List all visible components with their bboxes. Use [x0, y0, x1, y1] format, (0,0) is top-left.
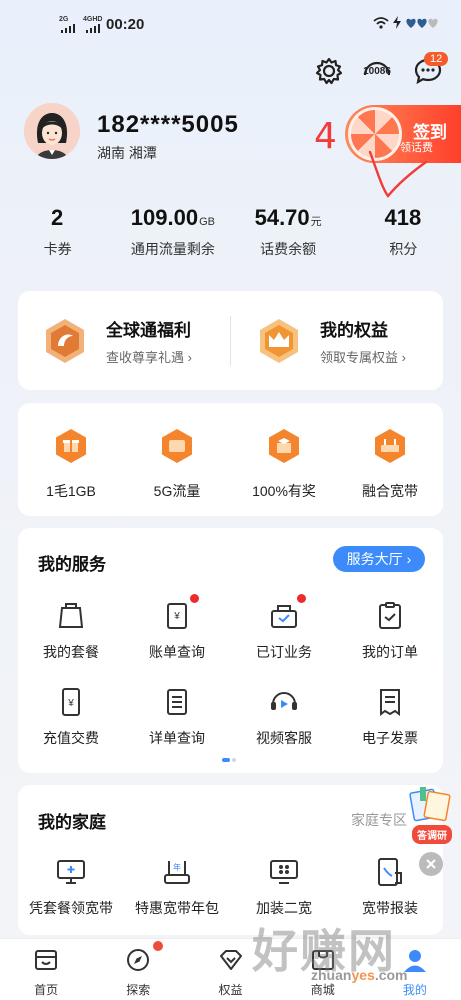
svg-text:年: 年: [173, 862, 181, 872]
watermark-url: zhuanyes.com: [311, 967, 408, 983]
avatar[interactable]: [24, 103, 80, 159]
divider: [230, 316, 231, 366]
tab-home[interactable]: 首页: [0, 939, 92, 1000]
5g-icon: [162, 429, 192, 463]
tab-explore[interactable]: 探索: [92, 939, 184, 1000]
router-year-icon: 年: [164, 861, 190, 884]
invoice-icon: [380, 689, 400, 716]
home-icon: [35, 950, 58, 970]
status-bar: 2G 4GHD 00:20: [0, 0, 461, 46]
compass-icon: [127, 949, 150, 971]
signal-icon-2: [86, 24, 100, 33]
phone-install-icon: [378, 858, 402, 886]
chevron-right-icon: ›: [406, 551, 412, 567]
survey-widget[interactable]: 答调研: [400, 787, 458, 845]
prize-icon: [269, 429, 299, 463]
network-type-2: 4GHD: [83, 16, 103, 23]
clock: 00:20: [106, 16, 145, 33]
annotation-checkmark: [368, 150, 428, 198]
phone-number: 182****5005: [97, 111, 239, 138]
svc-bill[interactable]: ¥ 账单查询: [127, 594, 227, 662]
svc-video-support[interactable]: 视频客服: [234, 686, 334, 748]
svc-subscribed[interactable]: 已订业务: [234, 594, 334, 662]
global-benefits[interactable]: 全球通福利 查收尊享礼遇 ›: [40, 316, 192, 366]
wifi-icon: [373, 16, 389, 29]
network-type-1: 2G: [59, 16, 69, 23]
page-indicator: [222, 758, 236, 762]
my-rights[interactable]: 我的权益 领取专属权益 ›: [254, 316, 406, 366]
survey-label: 答调研: [412, 825, 452, 844]
family-zone-link[interactable]: 家庭专区: [351, 810, 407, 830]
router-icon: [375, 429, 405, 463]
bill-icon: ¥: [167, 603, 187, 629]
services-title: 我的服务: [38, 555, 106, 574]
svc-detail-list[interactable]: 详单查询: [127, 686, 227, 748]
survey-icon: [409, 787, 451, 822]
video-support-icon: [271, 692, 297, 710]
svg-text:¥: ¥: [173, 611, 180, 622]
profile[interactable]: [24, 103, 80, 159]
message-count-badge: 12: [424, 52, 449, 66]
service-hall-button[interactable]: 服务大厅 ›: [333, 546, 425, 572]
promo-5g[interactable]: 5G流量: [127, 428, 227, 501]
family-broadband-bundle[interactable]: 凭套餐领宽带: [21, 856, 121, 918]
promo-1gb[interactable]: 1毛1GB: [21, 428, 121, 501]
svc-package[interactable]: 我的套餐: [21, 600, 121, 662]
global-benefits-icon: [40, 316, 90, 366]
family-second-broadband[interactable]: 加装二宽: [234, 856, 334, 918]
account-stats: 2 卡券 109.00GB 通用流量剩余 54.70元 话费余额 418 积分: [0, 205, 461, 259]
stat-data[interactable]: 109.00GB 通用流量剩余: [115, 205, 230, 259]
svc-recharge[interactable]: ¥ 充值交费: [21, 686, 121, 748]
stat-coupons[interactable]: 2 卡券: [0, 205, 115, 259]
family-broadband-annual[interactable]: 年 特惠宽带年包: [127, 856, 227, 918]
signal-icon-1: [61, 24, 75, 33]
hotline-label: 10086: [363, 66, 391, 77]
recharge-icon: ¥: [62, 688, 80, 716]
battery-icon: [406, 18, 438, 28]
stat-balance[interactable]: 54.70元 话费余额: [231, 205, 346, 259]
svc-order[interactable]: 我的订单: [340, 600, 440, 662]
svc-invoice[interactable]: 电子发票: [340, 686, 440, 748]
tv-icon: [270, 860, 298, 884]
promo-prize[interactable]: 100%有奖: [234, 428, 334, 501]
package-icon: [58, 603, 84, 628]
monitor-icon: [57, 860, 85, 884]
notification-dot: [190, 594, 199, 603]
svg-text:¥: ¥: [67, 698, 74, 709]
gift-icon: [56, 429, 86, 463]
diamond-icon: [219, 950, 242, 970]
order-icon: [379, 602, 401, 629]
crown-icon: [254, 316, 304, 366]
family-broadband-install[interactable]: 宽带报装: [340, 856, 440, 918]
settings-button[interactable]: [312, 54, 346, 88]
stat-points[interactable]: 418 积分: [346, 205, 461, 259]
gear-icon: [315, 57, 343, 85]
notification-dot: [297, 594, 306, 603]
annotation-number: 4: [314, 116, 337, 157]
notification-dot: [153, 941, 164, 951]
family-title: 我的家庭: [38, 813, 106, 832]
charging-icon: [393, 16, 401, 29]
detail-list-icon: [167, 689, 187, 715]
customer-service-button[interactable]: 10086: [360, 54, 394, 88]
region: 湖南 湘潭: [97, 145, 157, 161]
promo-broadband[interactable]: 融合宽带: [340, 428, 440, 501]
subscribed-icon: [271, 605, 297, 628]
